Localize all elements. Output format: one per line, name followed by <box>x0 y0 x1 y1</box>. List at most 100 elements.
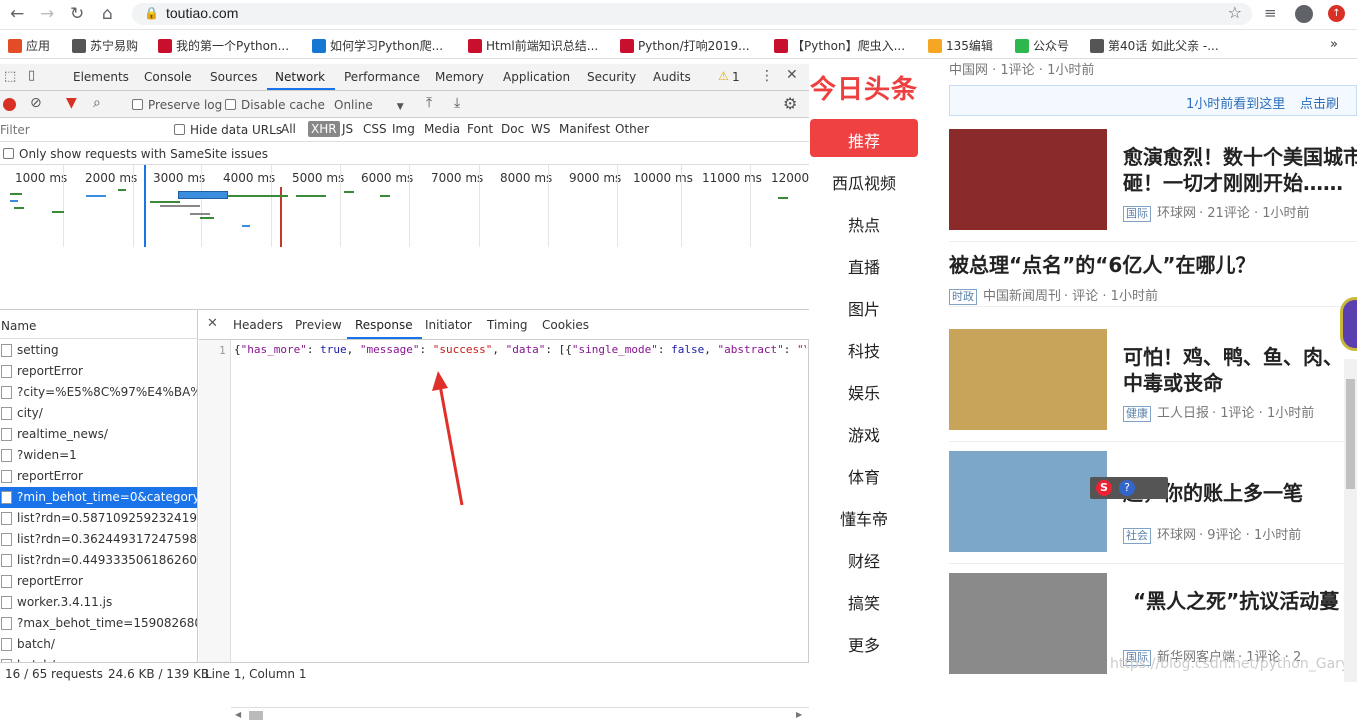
throttle-select[interactable]: Online ▼ <box>334 98 404 112</box>
bookmark-item[interactable]: 135编辑 <box>928 37 993 54</box>
filter-type-font[interactable]: Font <box>467 122 493 136</box>
export-har-icon[interactable]: ⤓ <box>454 95 460 111</box>
news-source[interactable]: 工人日报 <box>1157 406 1209 421</box>
request-row[interactable]: reportError <box>0 466 197 487</box>
request-row[interactable]: list?rdn=0.3624493172475982 <box>0 529 197 550</box>
help-icon[interactable]: ? <box>1119 480 1135 496</box>
name-column-header[interactable]: Name <box>1 319 36 333</box>
device-toggle-icon[interactable]: ▯ <box>28 68 35 83</box>
news-title[interactable]: “黑人之死”抗议活动蔓 <box>1133 585 1339 614</box>
tab-security[interactable]: Security <box>587 70 636 84</box>
filter-input[interactable] <box>0 121 160 138</box>
url-field[interactable]: 🔒 toutiao.com ☆ <box>132 3 1252 25</box>
news-source[interactable]: 环球网 <box>1157 528 1196 543</box>
news-thumbnail[interactable] <box>949 329 1107 430</box>
request-row[interactable]: city/ <box>0 403 197 424</box>
page-scrollbar[interactable] <box>1344 359 1357 682</box>
detail-tab-preview[interactable]: Preview <box>295 318 342 332</box>
tab-console[interactable]: Console <box>144 70 192 84</box>
profile-avatar-icon[interactable] <box>1295 5 1313 23</box>
news-source[interactable]: 环球网 <box>1157 206 1196 221</box>
request-row[interactable]: ?widen=1 <box>0 445 197 466</box>
filter-type-doc[interactable]: Doc <box>501 122 524 136</box>
news-item[interactable]: 起，你的账上多一笔 社会 环球网 · 9评论 · 1小时前 <box>810 451 1357 566</box>
news-thumbnail[interactable] <box>949 573 1107 674</box>
star-icon[interactable]: ☆ <box>1228 3 1242 22</box>
bookmark-item[interactable]: 我的第一个Python... <box>158 37 289 54</box>
request-row[interactable]: reportError <box>0 571 197 592</box>
detail-tab-initiator[interactable]: Initiator <box>425 318 472 332</box>
update-icon[interactable]: ↑ <box>1328 5 1345 22</box>
reading-list-icon[interactable]: ≡ <box>1264 4 1277 22</box>
toutiao-logo[interactable]: 今日头条 <box>810 69 918 106</box>
news-item[interactable]: 可怕！鸡、鸭、鱼、肉、 中毒或丧命 健康 工人日报 · 1评论 · 1小时前 <box>810 329 1357 444</box>
tab-network[interactable]: Network <box>275 70 325 84</box>
disable-cache-checkbox[interactable]: Disable cache <box>225 98 325 112</box>
filter-type-css[interactable]: CSS <box>363 122 387 136</box>
news-title-line2[interactable]: 砸！一切才刚刚开始…… <box>1123 167 1343 196</box>
request-row[interactable]: list?rdn=0.44933350618626045 <box>0 550 197 571</box>
scrollbar-thumb[interactable] <box>249 711 263 720</box>
more-menu-icon[interactable]: ⋮ <box>760 68 774 84</box>
record-icon[interactable] <box>3 98 16 111</box>
search-icon[interactable]: ⌕ <box>93 95 101 111</box>
detail-tab-timing[interactable]: Timing <box>487 318 528 332</box>
back-icon[interactable]: ← <box>10 4 24 24</box>
request-row[interactable]: ?city=%E5%8C%97%E4%BA%AC <box>0 382 197 403</box>
request-row[interactable]: list?rdn=0.5871092592324199 <box>0 508 197 529</box>
request-row[interactable]: setting <box>0 340 197 361</box>
request-row[interactable]: realtime_news/ <box>0 424 197 445</box>
filter-type-xhr[interactable]: XHR <box>308 121 340 137</box>
close-devtools-icon[interactable]: ✕ <box>786 67 798 83</box>
news-source[interactable]: 中国新闻周刊 <box>983 289 1061 304</box>
refresh-link[interactable]: 点击刷 <box>1300 93 1339 112</box>
bookmark-item[interactable]: Html前端知识总结... <box>468 37 598 54</box>
bookmark-item[interactable]: 第40话 如此父亲 -... <box>1090 37 1219 54</box>
bookmark-item[interactable]: 【Python】爬虫入... <box>774 37 905 54</box>
bookmark-item[interactable]: Python/打响2019... <box>620 37 750 54</box>
request-row[interactable]: worker.3.4.11.js <box>0 592 197 613</box>
horizontal-scrollbar[interactable]: ◀ ▶ <box>231 707 809 722</box>
news-thumbnail[interactable] <box>949 129 1107 230</box>
news-title[interactable]: 可怕！鸡、鸭、鱼、肉、 <box>1123 341 1343 370</box>
news-title-line2[interactable]: 中毒或丧命 <box>1123 367 1223 396</box>
news-title[interactable]: 愈演愈烈！数十个美国城市 <box>1123 141 1357 170</box>
bookmark-item[interactable]: 应用 <box>8 37 50 54</box>
filter-icon[interactable]: ▼ <box>66 95 77 111</box>
inspect-icon[interactable]: ⬚ <box>4 69 16 84</box>
news-title[interactable]: 被总理“点名”的“6亿人”在哪儿？ <box>949 249 1256 278</box>
news-thumbnail[interactable] <box>949 451 1107 552</box>
tab-performance[interactable]: Performance <box>344 70 420 84</box>
request-row[interactable]: reportError <box>0 361 197 382</box>
reload-icon[interactable]: ↻ <box>70 4 84 24</box>
sogou-icon[interactable]: S <box>1096 480 1112 496</box>
bookmark-item[interactable]: 如何学习Python爬... <box>312 37 443 54</box>
tab-sources[interactable]: Sources <box>210 70 257 84</box>
detail-tab-cookies[interactable]: Cookies <box>542 318 589 332</box>
request-row[interactable]: ?max_behot_time=1590826807... <box>0 613 197 634</box>
detail-tab-headers[interactable]: Headers <box>233 318 283 332</box>
tab-memory[interactable]: Memory <box>435 70 484 84</box>
filter-type-media[interactable]: Media <box>424 122 460 136</box>
samesite-checkbox[interactable]: Only show requests with SameSite issues <box>3 147 268 161</box>
filter-type-img[interactable]: Img <box>392 122 415 136</box>
import-har-icon[interactable]: ⤒ <box>426 95 432 111</box>
tab-application[interactable]: Application <box>503 70 570 84</box>
bookmarks-overflow-icon[interactable]: » <box>1330 37 1338 52</box>
filter-type-js[interactable]: JS <box>342 122 353 136</box>
news-item[interactable]: 愈演愈烈！数十个美国城市 砸！一切才刚刚开始…… 国际 环球网 · 21评论 · 1小时… <box>810 129 1357 244</box>
clear-icon[interactable]: ⊘ <box>30 95 42 111</box>
bookmark-item[interactable]: 苏宁易购 <box>72 37 138 54</box>
filter-type-other[interactable]: Other <box>615 122 649 136</box>
tab-elements[interactable]: Elements <box>73 70 129 84</box>
request-row[interactable]: batch/ <box>0 634 197 655</box>
tab-audits[interactable]: Audits <box>653 70 691 84</box>
refresh-bar[interactable]: 1小时前看到这里 点击刷 <box>949 85 1357 116</box>
warning-icon[interactable]: ⚠ <box>718 69 729 83</box>
close-detail-icon[interactable]: ✕ <box>207 316 218 331</box>
detail-tab-response[interactable]: Response <box>355 318 413 332</box>
filter-type-manifest[interactable]: Manifest <box>559 122 610 136</box>
ime-toolbar[interactable]: S ? <box>1090 477 1168 499</box>
network-overview-timeline[interactable]: 1000 ms 2000 ms 3000 ms 4000 ms 5000 ms 6000 … <box>0 165 820 310</box>
request-row[interactable]: ?min_behot_time=0&category... <box>0 487 197 508</box>
